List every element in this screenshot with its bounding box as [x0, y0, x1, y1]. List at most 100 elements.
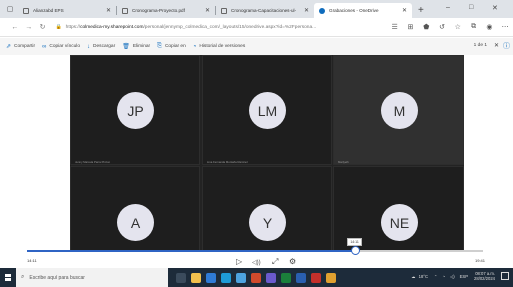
- address-bar: ← → ↻ 🔒 https://colmedica-my.sharepoint.…: [0, 18, 513, 37]
- play-icon[interactable]: ▷: [236, 257, 242, 266]
- participant-tile: Y: [202, 166, 332, 251]
- lock-icon: 🔒: [55, 24, 62, 30]
- participant-name: Jenny Marcela Parra Pinzon: [75, 160, 111, 164]
- taskbar-search-input[interactable]: ⌕ Escribe aquí para buscar: [16, 268, 168, 287]
- close-icon[interactable]: ✕: [205, 7, 210, 14]
- page-icon: [221, 7, 227, 14]
- file-explorer-icon[interactable]: [191, 272, 201, 283]
- task-view-icon[interactable]: [176, 272, 186, 283]
- reload-shield-icon[interactable]: ↺: [434, 23, 450, 31]
- volume-icon[interactable]: ◁)): [252, 259, 261, 266]
- info-icon[interactable]: ⓘ: [503, 41, 510, 51]
- close-preview-icon[interactable]: ✕: [494, 42, 499, 49]
- collections-icon[interactable]: ⧉: [466, 23, 482, 31]
- current-time: 14:11: [27, 258, 37, 263]
- tab-label: Alianzabd EPS: [33, 8, 64, 13]
- version-history-label: Historial de versiones: [199, 44, 246, 49]
- browser-tab-strip: ▢ Alianzabd EPS ✕ Cronograma-Proyecto.pd…: [0, 0, 513, 18]
- favorites-icon[interactable]: ☆: [450, 23, 466, 31]
- delete-button[interactable]: 🗑 Eliminar: [122, 43, 150, 50]
- close-icon[interactable]: ✕: [304, 7, 309, 14]
- copy-to-button[interactable]: ⎘ Copiar en: [157, 43, 186, 50]
- notifications-icon[interactable]: [501, 272, 509, 280]
- immersive-icon[interactable]: ⊞: [403, 23, 419, 31]
- tray-chevron-icon[interactable]: ⌃: [434, 274, 438, 279]
- participant-tile-active: M Marlyeth: [333, 55, 464, 165]
- teams-icon[interactable]: [266, 272, 276, 283]
- page-icon: [122, 7, 128, 14]
- participant-avatar: NE: [381, 204, 418, 241]
- acrobat-icon[interactable]: [311, 272, 321, 283]
- chrome-icon[interactable]: [326, 272, 336, 283]
- participant-avatar: A: [117, 204, 154, 241]
- close-icon[interactable]: ✕: [106, 7, 111, 14]
- tab-actions-icon[interactable]: ▢: [3, 2, 17, 16]
- browser-tab-1[interactable]: Alianzabd EPS ✕: [18, 3, 116, 18]
- share-icon: ⇗: [6, 44, 12, 50]
- video-frame[interactable]: JP Jenny Marcela Parra Pinzon LM Lina Fe…: [70, 55, 464, 251]
- share-label: Compartir: [14, 44, 36, 49]
- new-tab-button[interactable]: +: [418, 5, 424, 16]
- minimize-icon[interactable]: –: [446, 4, 450, 11]
- forward-icon[interactable]: →: [22, 24, 36, 31]
- maximize-icon[interactable]: □: [469, 4, 473, 11]
- seek-time-tooltip: 14:11: [347, 238, 362, 246]
- close-icon[interactable]: ✕: [402, 7, 407, 14]
- copy-link-label: Copiar vínculo: [49, 44, 81, 49]
- pinned-apps: [176, 272, 341, 283]
- delete-icon: 🗑: [122, 44, 130, 50]
- participant-avatar: LM: [249, 92, 286, 129]
- share-button[interactable]: ⇗ Compartir: [6, 43, 35, 50]
- browser-tab-2[interactable]: Cronograma-Proyecto.pdf ✕: [117, 3, 215, 18]
- seek-handle[interactable]: [350, 246, 360, 255]
- settings-gear-icon[interactable]: ⚙: [289, 257, 296, 266]
- link-icon: ∞: [42, 43, 47, 50]
- profile-icon[interactable]: ◉: [481, 23, 497, 31]
- weather-temp: 18°C: [418, 273, 428, 279]
- participant-tile: JP Jenny Marcela Parra Pinzon: [70, 55, 200, 165]
- participant-avatar: Y: [249, 204, 286, 241]
- clock[interactable]: 08:07 a.m. 28/02/2024: [474, 271, 495, 281]
- video-viewer: JP Jenny Marcela Parra Pinzon LM Lina Fe…: [0, 55, 513, 268]
- more-icon[interactable]: ⋯: [497, 23, 513, 31]
- refresh-icon[interactable]: ↻: [36, 23, 50, 31]
- seek-bar-fill: [27, 250, 356, 252]
- system-tray: ☁ 18°C ⌃ ◔ ◁) ESP 08:07 a.m. 28/02/2024: [411, 271, 509, 281]
- seek-bar[interactable]: [27, 246, 483, 255]
- copy-to-label: Copiar en: [164, 44, 186, 49]
- excel-icon[interactable]: [281, 272, 291, 283]
- close-window-icon[interactable]: ✕: [492, 4, 498, 12]
- powerpoint-icon[interactable]: [251, 272, 261, 283]
- network-icon[interactable]: ◔: [442, 274, 445, 279]
- browser-tab-3[interactable]: Cronograma-Capacitaciones-ul- ✕: [216, 3, 314, 18]
- back-icon[interactable]: ←: [8, 24, 22, 31]
- mail-icon[interactable]: [206, 272, 216, 283]
- url-field[interactable]: 🔒 https://colmedica-my.sharepoint.com/pe…: [55, 21, 386, 34]
- url-host: colmedica-my.sharepoint.com: [80, 24, 144, 30]
- extension-icon[interactable]: ⬟: [418, 23, 434, 31]
- page-counter: 1 de 1: [473, 43, 487, 48]
- clock-date: 28/02/2024: [474, 276, 495, 281]
- delete-label: Eliminar: [132, 44, 151, 49]
- url-path: /personal/jennymp_colmedica_com/_layouts…: [143, 24, 317, 30]
- copy-link-button[interactable]: ∞ Copiar vínculo: [42, 44, 80, 50]
- weather-icon[interactable]: ☁: [411, 274, 415, 279]
- version-history-button[interactable]: ◔ Historial de versiones: [193, 44, 245, 50]
- edge-browser-icon[interactable]: [221, 272, 231, 283]
- browser-tab-4[interactable]: Grabaciones - OneDrive ✕: [314, 3, 412, 18]
- store-icon[interactable]: [236, 272, 246, 283]
- fullscreen-icon[interactable]: ⤢: [272, 257, 278, 267]
- command-bar: ⇗ Compartir ∞ Copiar vínculo ↓ Descargar 🗑 E…: [0, 38, 513, 55]
- reader-view-icon[interactable]: ☰: [387, 23, 403, 31]
- taskbar: ⌕ Escribe aquí para buscar ☁ 18°C ⌃ ◔ ◁)…: [0, 268, 513, 287]
- word-icon[interactable]: [296, 272, 306, 283]
- download-icon: ↓: [87, 43, 91, 50]
- search-icon: ⌕: [21, 274, 25, 280]
- participant-tile: A: [70, 166, 200, 251]
- participant-avatar: M: [381, 92, 418, 129]
- windows-start-icon[interactable]: [0, 268, 16, 287]
- keyboard-language[interactable]: ESP: [460, 274, 468, 279]
- speaker-icon[interactable]: ◁): [450, 274, 455, 279]
- url-prefix: https://: [65, 24, 81, 30]
- download-button[interactable]: ↓ Descargar: [87, 44, 115, 50]
